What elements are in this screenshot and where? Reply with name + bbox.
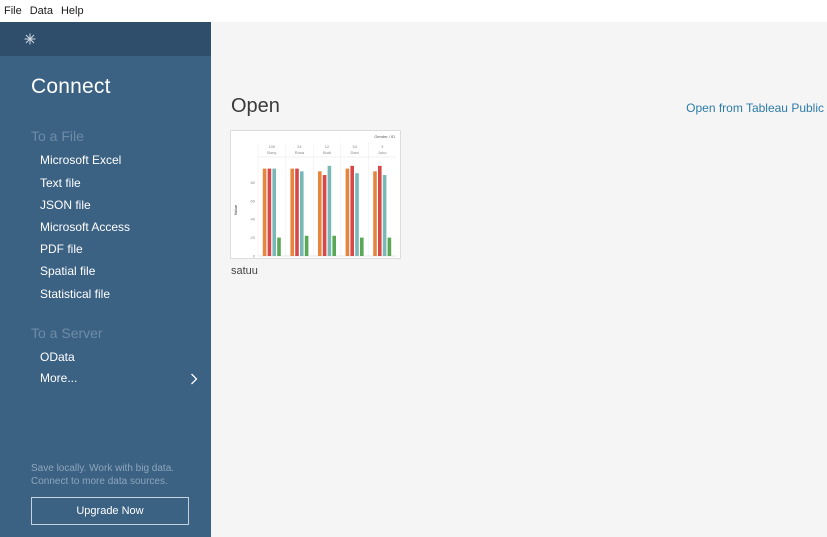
chart-bar xyxy=(360,237,364,256)
column-header-top: 3 xyxy=(381,144,384,149)
chart-bar xyxy=(387,237,392,256)
y-tick-label: 20 xyxy=(251,235,256,240)
more-connectors-button[interactable]: More... xyxy=(40,371,200,387)
column-header-top: 34 xyxy=(352,144,357,149)
workbook-name[interactable]: satuu xyxy=(231,265,258,277)
chart-bar xyxy=(290,168,294,256)
y-tick-label: 80 xyxy=(251,180,256,185)
chart-bar xyxy=(350,165,354,256)
tableau-logo-icon[interactable] xyxy=(24,33,36,45)
connector-microsoft-access[interactable]: Microsoft Access xyxy=(40,220,130,234)
workbook-thumbnail[interactable]: Gender / ID 100 Bony 24 Rosa 12 Budi 34 Dani 3 Jok… xyxy=(230,130,401,259)
chart-bar xyxy=(373,171,377,256)
workbook-preview-chart: Gender / ID 100Bony 24Rosa 12Budi 34Dani 3Jok… xyxy=(233,134,396,259)
more-label: More... xyxy=(40,371,78,385)
chart-bar xyxy=(304,235,309,256)
chart-bar xyxy=(378,165,382,256)
open-title: Open xyxy=(231,95,280,117)
column-header-top: 12 xyxy=(325,144,330,149)
y-tick-label: 40 xyxy=(251,217,256,222)
chart-bar xyxy=(267,168,272,256)
promo-line-1: Save locally. Work with big data. xyxy=(31,463,175,474)
upgrade-promo-text: Save locally. Work with big data. Connec… xyxy=(31,462,191,488)
y-tick-label: 0 xyxy=(253,254,256,259)
legend-label: Gender / ID xyxy=(374,134,395,139)
column-header-top: 24 xyxy=(297,144,302,149)
menu-data[interactable]: Data xyxy=(26,5,57,17)
column-header-bottom: Budi xyxy=(323,150,331,155)
connector-pdf-file[interactable]: PDF file xyxy=(40,242,83,256)
chart-bar xyxy=(318,171,322,256)
chart-bar xyxy=(295,168,299,256)
column-header-bottom: Dani xyxy=(350,150,358,155)
chart-bar xyxy=(277,237,281,256)
promo-line-2: Connect to more data sources. xyxy=(31,476,168,487)
chart-bar xyxy=(272,168,276,256)
column-header-bottom: Joko xyxy=(378,150,387,155)
chart-bar xyxy=(332,235,336,256)
connect-sidebar: Connect To a File Microsoft Excel Text f… xyxy=(0,22,211,537)
connector-statistical-file[interactable]: Statistical file xyxy=(40,287,110,301)
connector-json-file[interactable]: JSON file xyxy=(40,198,91,212)
connector-spatial-file[interactable]: Spatial file xyxy=(40,264,95,278)
column-header-bottom: Rosa xyxy=(295,150,305,155)
to-a-file-header: To a File xyxy=(31,128,84,144)
column-header-bottom: Bony xyxy=(267,150,276,155)
upgrade-now-button[interactable]: Upgrade Now xyxy=(31,497,189,525)
connector-text-file[interactable]: Text file xyxy=(40,176,81,190)
connector-microsoft-excel[interactable]: Microsoft Excel xyxy=(40,153,121,167)
sidebar-header-strip xyxy=(0,22,211,56)
chart-bar xyxy=(262,168,267,256)
y-axis-label: Value xyxy=(233,204,238,215)
y-tick-label: 60 xyxy=(251,198,256,203)
open-from-tableau-public-link[interactable]: Open from Tableau Public xyxy=(686,101,824,115)
connect-title: Connect xyxy=(31,75,111,98)
column-header-top: 100 xyxy=(268,144,275,149)
menu-help[interactable]: Help xyxy=(57,5,88,17)
chart-bar xyxy=(382,175,387,256)
menu-bar: File Data Help xyxy=(0,0,827,22)
connector-odata[interactable]: OData xyxy=(40,350,75,364)
to-a-server-header: To a Server xyxy=(31,325,103,341)
chevron-right-icon xyxy=(191,373,198,385)
chart-bar xyxy=(300,171,304,256)
chart-bar xyxy=(355,173,359,256)
menu-file[interactable]: File xyxy=(0,5,26,17)
chart-bar xyxy=(322,175,327,256)
chart-bar xyxy=(345,168,350,256)
chart-bar xyxy=(327,165,332,256)
